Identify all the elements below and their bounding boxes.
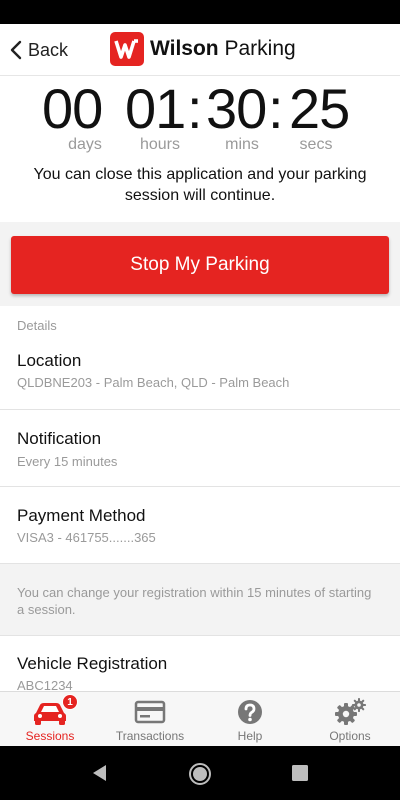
payment-method-row[interactable]: Payment Method VISA3 - 461755.......365	[0, 486, 400, 564]
help-icon	[236, 697, 264, 727]
nav-recents-icon[interactable]	[291, 764, 309, 782]
bottom-tab-bar: 1 Sessions Transactions Help Options	[0, 691, 400, 746]
timer-secs-label: secs	[299, 136, 333, 153]
stop-parking-button[interactable]: Stop My Parking	[11, 236, 389, 294]
timer-note: You can close this application and your …	[33, 166, 367, 204]
payment-method-value: VISA3 - 461755.......365	[17, 530, 156, 545]
registration-note: You can change your registration within …	[0, 563, 400, 635]
chevron-left-icon	[10, 40, 22, 60]
session-timer: 00 01 : 30 : 25 days hours mins secs You…	[0, 76, 400, 222]
timer-hours-label: hours	[139, 136, 181, 153]
tab-transactions[interactable]: Transactions	[100, 692, 200, 747]
nav-home-icon[interactable]	[188, 762, 212, 786]
registration-note-text: You can change your registration within …	[17, 585, 372, 617]
tab-label: Options	[329, 729, 371, 743]
tab-help[interactable]: Help	[200, 692, 300, 747]
timer-mins: 30	[206, 77, 267, 140]
back-button[interactable]: Back	[10, 37, 68, 63]
timer-hours: 01	[125, 77, 186, 140]
app-screen: Back Wilson Parking 00 01 : 30 : 25 days…	[0, 0, 400, 800]
timer-days: 00	[42, 77, 103, 140]
credit-card-icon	[134, 697, 166, 727]
location-title: Location	[17, 351, 82, 370]
system-nav-bar	[0, 746, 400, 800]
timer-separator: :	[187, 77, 203, 140]
payment-method-title: Payment Method	[17, 506, 146, 525]
brand-name-bold: Wilson	[150, 37, 219, 60]
location-value: QLDBNE203 - Palm Beach, QLD - Palm Beach	[17, 375, 290, 390]
notification-row[interactable]: Notification Every 15 minutes	[0, 409, 400, 487]
location-row: Location QLDBNE203 - Palm Beach, QLD - P…	[0, 340, 400, 410]
brand-logo: Wilson Parking	[110, 32, 296, 66]
details-section-label: Details	[17, 318, 57, 333]
timer-values: 00 01 : 30 : 25 days hours mins secs	[0, 77, 400, 154]
notification-title: Notification	[17, 429, 102, 448]
header: Back Wilson Parking	[0, 24, 400, 76]
brand-name-regular: Parking	[224, 37, 296, 60]
tab-label: Transactions	[115, 729, 185, 743]
tab-options[interactable]: Options	[300, 692, 400, 747]
wilson-logo-icon	[110, 32, 144, 66]
car-icon: 1	[32, 694, 78, 727]
vehicle-registration-row[interactable]: Vehicle Registration ABC1234	[0, 635, 400, 693]
timer-secs: 25	[289, 77, 350, 140]
notification-value: Every 15 minutes	[17, 454, 118, 469]
vehicle-registration-title: Vehicle Registration	[17, 654, 168, 673]
back-label: Back	[28, 39, 69, 60]
sessions-badge: 1	[62, 694, 78, 710]
nav-back-icon[interactable]	[90, 763, 110, 783]
timer-separator: :	[268, 77, 284, 140]
gears-icon	[333, 697, 367, 727]
tab-label: Sessions	[25, 729, 75, 743]
brand-name: Wilson Parking	[150, 37, 296, 61]
timer-days-label: days	[68, 136, 102, 153]
tab-sessions[interactable]: 1 Sessions	[0, 692, 100, 747]
tab-label: Help	[237, 729, 263, 743]
timer-mins-label: mins	[225, 136, 259, 153]
status-bar	[0, 0, 400, 24]
